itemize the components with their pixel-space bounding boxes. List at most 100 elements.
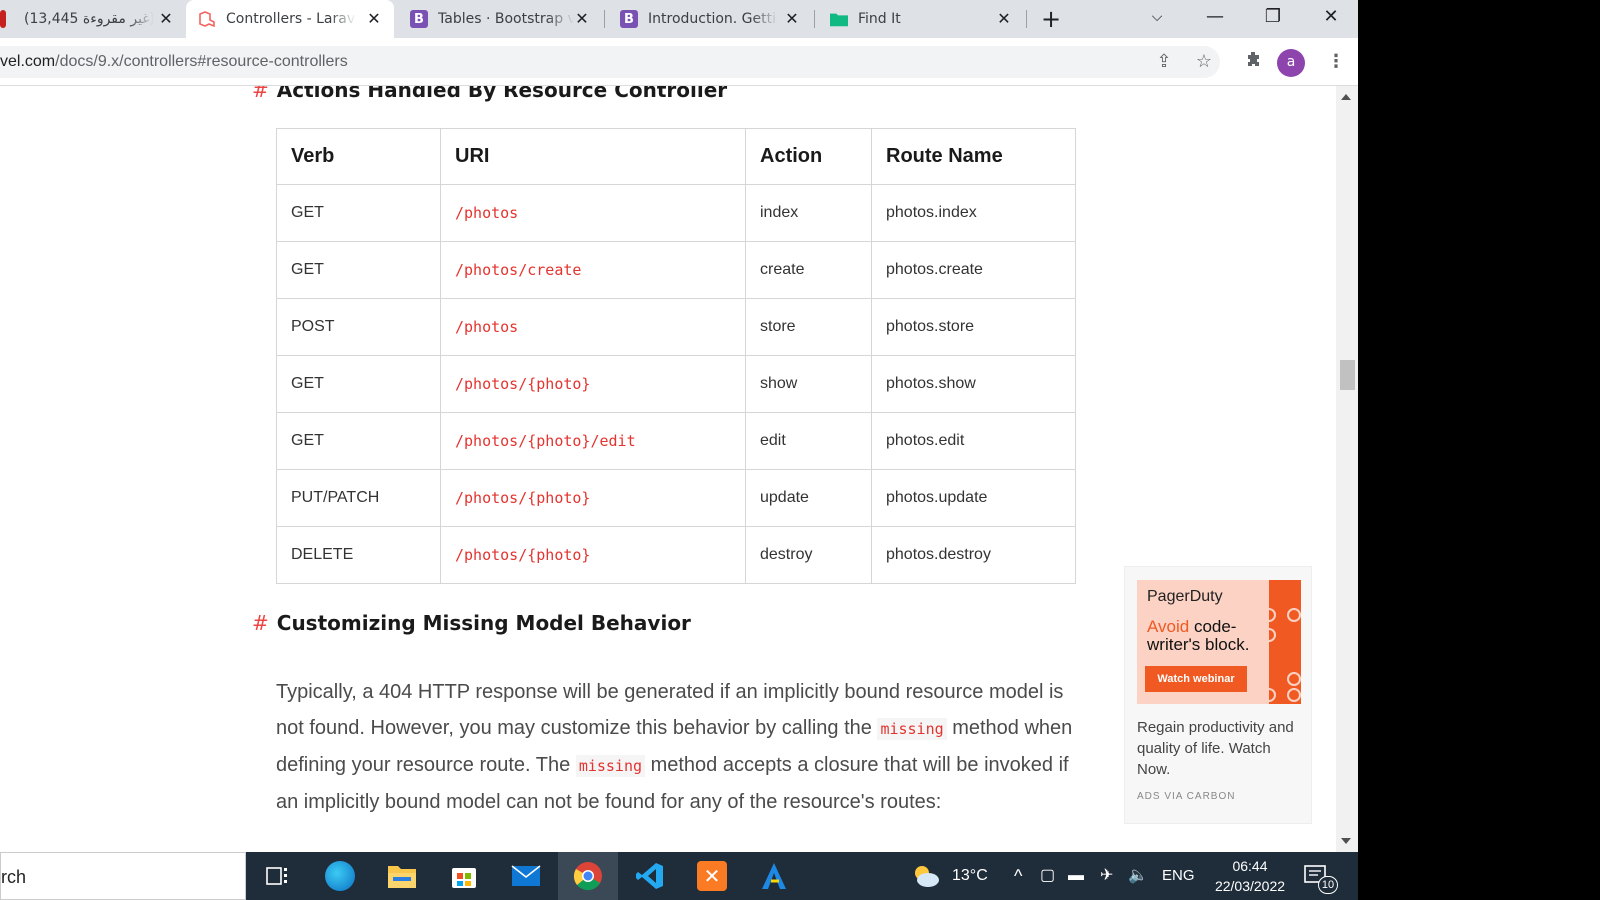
- verb-cell: GET: [276, 184, 441, 242]
- section-heading-actions: # Actions Handled By Resource Controller: [252, 86, 727, 102]
- route-name-cell: photos.store: [871, 298, 1076, 356]
- browser-window: (13,445 غير مقروءة) ✕ Controllers - Lara…: [0, 0, 1358, 852]
- volume-icon[interactable]: 🔈: [1128, 852, 1148, 900]
- close-icon[interactable]: ✕: [994, 9, 1014, 29]
- tab-title: Introduction. Getting: [648, 11, 778, 27]
- bootstrap-icon: B: [620, 10, 638, 28]
- vscode-icon[interactable]: [620, 852, 680, 900]
- close-icon[interactable]: ✕: [782, 9, 802, 29]
- table-row: DELETE/photos/{photo} destroy photos.destr…: [276, 526, 1076, 584]
- carbon-ad[interactable]: PagerDuty Avoid code-writer's block. Wat…: [1124, 566, 1312, 824]
- close-window-button[interactable]: ✕: [1308, 0, 1354, 34]
- close-icon[interactable]: ✕: [572, 9, 592, 29]
- address-bar[interactable]: vel.com/docs/9.x/controllers#resource-co…: [0, 46, 1220, 78]
- tab-title: (13,445 غير مقروءة): [24, 11, 154, 27]
- show-hidden-icons-chevron-icon[interactable]: ^: [1014, 852, 1022, 900]
- heading-text: Customizing Missing Model Behavior: [276, 611, 691, 635]
- new-tab-button[interactable]: +: [1036, 4, 1066, 34]
- anchor-hash[interactable]: #: [252, 611, 269, 635]
- route-name-cell: photos.update: [871, 469, 1076, 527]
- extensions-icon[interactable]: [1242, 50, 1266, 74]
- uri-cell: /photos: [440, 298, 746, 356]
- action-cell: store: [745, 298, 872, 356]
- tab-title: Find It: [858, 11, 901, 27]
- tab-gmail[interactable]: (13,445 غير مقروءة) ✕: [0, 0, 186, 38]
- action-cell: show: [745, 355, 872, 413]
- bookmark-star-icon[interactable]: ☆: [1192, 50, 1216, 74]
- xampp-icon[interactable]: ✕: [682, 852, 742, 900]
- laravel-icon: [198, 10, 216, 28]
- uri-cell: /photos/{photo}: [440, 355, 746, 413]
- ad-tagline: Avoid code-writer's block.: [1147, 618, 1267, 654]
- bootstrap-icon: B: [410, 10, 428, 28]
- anchor-hash[interactable]: #: [252, 86, 269, 102]
- section-heading-missing-model: # Customizing Missing Model Behavior: [252, 611, 691, 635]
- uri-cell: /photos/{photo}: [440, 469, 746, 527]
- profile-avatar[interactable]: a: [1277, 49, 1305, 77]
- page-scrollbar[interactable]: [1336, 86, 1358, 852]
- task-view-button[interactable]: [248, 852, 308, 900]
- browser-toolbar: vel.com/docs/9.x/controllers#resource-co…: [0, 38, 1358, 86]
- action-cell: destroy: [745, 526, 872, 584]
- app-icon[interactable]: [744, 852, 804, 900]
- scroll-thumb[interactable]: [1340, 360, 1355, 390]
- clock-date: 22/03/2022: [1214, 878, 1286, 894]
- column-header: Verb: [276, 128, 441, 185]
- weather-icon[interactable]: [912, 852, 940, 900]
- chrome-icon[interactable]: [558, 852, 618, 900]
- folder-icon: [830, 10, 848, 28]
- edge-icon[interactable]: [310, 852, 370, 900]
- page-content: # Actions Handled By Resource Controller …: [0, 86, 1336, 852]
- tab-laravel[interactable]: Controllers - Laravel ✕: [186, 0, 394, 38]
- ads-via-carbon[interactable]: ADS VIA CARBON: [1137, 791, 1235, 802]
- tab-find-it[interactable]: Find It ✕: [818, 0, 1024, 38]
- airplane-mode-icon[interactable]: ✈: [1100, 852, 1113, 900]
- language-indicator[interactable]: ENG: [1162, 852, 1195, 900]
- taskbar-search-input[interactable]: rch: [0, 852, 246, 900]
- tab-title: Controllers - Laravel: [226, 11, 356, 27]
- weather-temp[interactable]: 13°C: [952, 852, 988, 900]
- battery-icon[interactable]: ▬: [1068, 852, 1084, 900]
- minimize-button[interactable]: —: [1192, 0, 1238, 34]
- action-cell: create: [745, 241, 872, 299]
- ad-image[interactable]: PagerDuty Avoid code-writer's block. Wat…: [1137, 580, 1301, 704]
- action-cell: index: [745, 184, 872, 242]
- tab-separator: [1026, 10, 1027, 28]
- inline-code: missing: [877, 718, 947, 740]
- notification-count-badge: 10: [1318, 876, 1338, 894]
- verb-cell: GET: [276, 355, 441, 413]
- tab-search-chevron-icon[interactable]: ⌵: [1134, 0, 1180, 34]
- route-name-cell: photos.edit: [871, 412, 1076, 470]
- mail-icon[interactable]: [496, 852, 556, 900]
- tab-bootstrap-intro[interactable]: B Introduction. Getting ✕: [608, 0, 812, 38]
- uri-cell: /photos/create: [440, 241, 746, 299]
- column-header: Route Name: [871, 128, 1076, 185]
- scroll-down-arrow-icon[interactable]: [1341, 838, 1351, 844]
- ad-text[interactable]: Regain productivity and quality of life.…: [1137, 717, 1305, 780]
- tab-bootstrap-tables[interactable]: B Tables · Bootstrap v5 ✕: [398, 0, 602, 38]
- uri-cell: /photos: [440, 184, 746, 242]
- url-path: /docs/9.x/controllers#resource-controlle…: [55, 53, 348, 70]
- verb-cell: DELETE: [276, 526, 441, 584]
- close-icon[interactable]: ✕: [156, 9, 176, 29]
- clock-time: 06:44: [1232, 858, 1268, 874]
- gmail-icon: [0, 10, 6, 28]
- tab-separator: [814, 10, 815, 28]
- file-explorer-icon[interactable]: [372, 852, 432, 900]
- route-name-cell: photos.index: [871, 184, 1076, 242]
- share-icon[interactable]: ⇪: [1152, 50, 1176, 74]
- microsoft-store-icon[interactable]: [434, 852, 494, 900]
- close-icon[interactable]: ✕: [364, 9, 384, 29]
- menu-kebab-icon[interactable]: ⋮: [1324, 50, 1348, 74]
- scroll-up-arrow-icon[interactable]: [1341, 94, 1351, 100]
- notification-center-icon[interactable]: 10: [1304, 852, 1344, 900]
- restore-button[interactable]: ❐: [1250, 0, 1296, 34]
- clock[interactable]: 06:44 22/03/2022: [1208, 856, 1292, 896]
- uri-cell: /photos/{photo}: [440, 526, 746, 584]
- route-name-cell: photos.destroy: [871, 526, 1076, 584]
- meet-now-icon[interactable]: ▢: [1040, 852, 1055, 900]
- watch-webinar-button[interactable]: Watch webinar: [1145, 666, 1247, 692]
- table-row: GET/photos/{photo}/edit edit photos.edit: [276, 412, 1076, 470]
- ad-brand: PagerDuty: [1147, 588, 1223, 605]
- route-name-cell: photos.create: [871, 241, 1076, 299]
